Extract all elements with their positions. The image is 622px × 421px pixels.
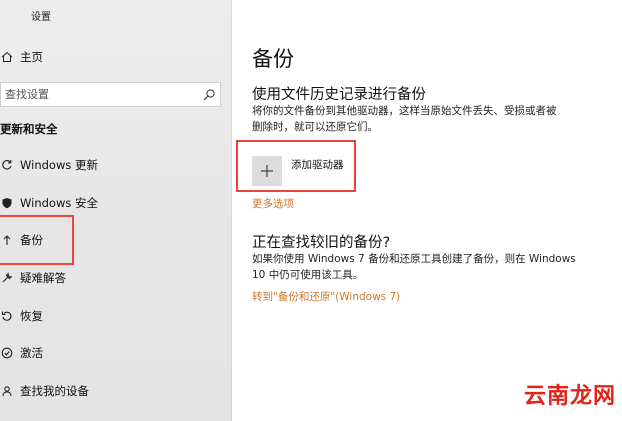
check-circle-icon	[0, 346, 14, 360]
wrench-icon	[0, 271, 14, 285]
sidebar-item-windows-update[interactable]: Windows 更新	[0, 153, 230, 177]
sidebar-item-label: 激活	[20, 346, 43, 360]
older-backup-description: 如果你使用 Windows 7 备份和还原工具创建了备份，则在 Windows …	[252, 253, 576, 281]
backup-page: 备份 使用文件历史记录进行备份 将你的文件备份到其他驱动器，这样当原始文件丢失、…	[232, 0, 622, 421]
app-title: 设置	[31, 12, 51, 23]
shield-icon	[0, 196, 14, 210]
settings-sidebar: 设置 主页 更新和安全 Windows 更新 Windows 安全 备份	[0, 0, 232, 421]
recovery-icon	[0, 309, 14, 323]
sidebar-item-find-my-device[interactable]: 查找我的设备	[0, 379, 230, 403]
older-backup-heading: 正在查找较旧的备份?	[252, 235, 391, 251]
page-title: 备份	[252, 47, 294, 71]
sidebar-item-label: Windows 更新	[20, 158, 98, 172]
search-icon[interactable]	[202, 87, 216, 101]
section-title: 更新和安全	[0, 122, 58, 136]
search-input[interactable]	[5, 83, 200, 106]
highlight-box-backup	[0, 215, 74, 265]
sidebar-item-label: 恢复	[20, 309, 43, 323]
person-pin-icon	[0, 384, 14, 398]
sidebar-item-label: 查找我的设备	[20, 384, 89, 398]
sidebar-item-home[interactable]: 主页	[0, 45, 230, 69]
file-history-heading: 使用文件历史记录进行备份	[252, 87, 426, 103]
sync-icon	[0, 158, 14, 172]
sidebar-item-windows-security[interactable]: Windows 安全	[0, 191, 230, 215]
backup-restore-win7-link[interactable]: 转到"备份和还原"(Windows 7)	[252, 289, 400, 304]
site-watermark: 云南龙网	[523, 383, 616, 409]
home-icon	[0, 50, 14, 64]
search-settings-box[interactable]	[0, 82, 221, 107]
sidebar-item-label: 疑难解答	[20, 271, 66, 285]
file-history-description: 将你的文件备份到其他驱动器，这样当原始文件丢失、受损或者被 删除时，就可以还原它…	[252, 105, 557, 133]
sidebar-item-label: Windows 安全	[20, 196, 98, 210]
sidebar-item-label: 主页	[20, 50, 43, 64]
sidebar-item-troubleshoot[interactable]: 疑难解答	[0, 266, 230, 290]
more-options-link[interactable]: 更多选项	[252, 196, 294, 211]
sidebar-item-recovery[interactable]: 恢复	[0, 304, 230, 328]
sidebar-item-activation[interactable]: 激活	[0, 341, 230, 365]
highlight-box-add-drive	[236, 140, 356, 192]
